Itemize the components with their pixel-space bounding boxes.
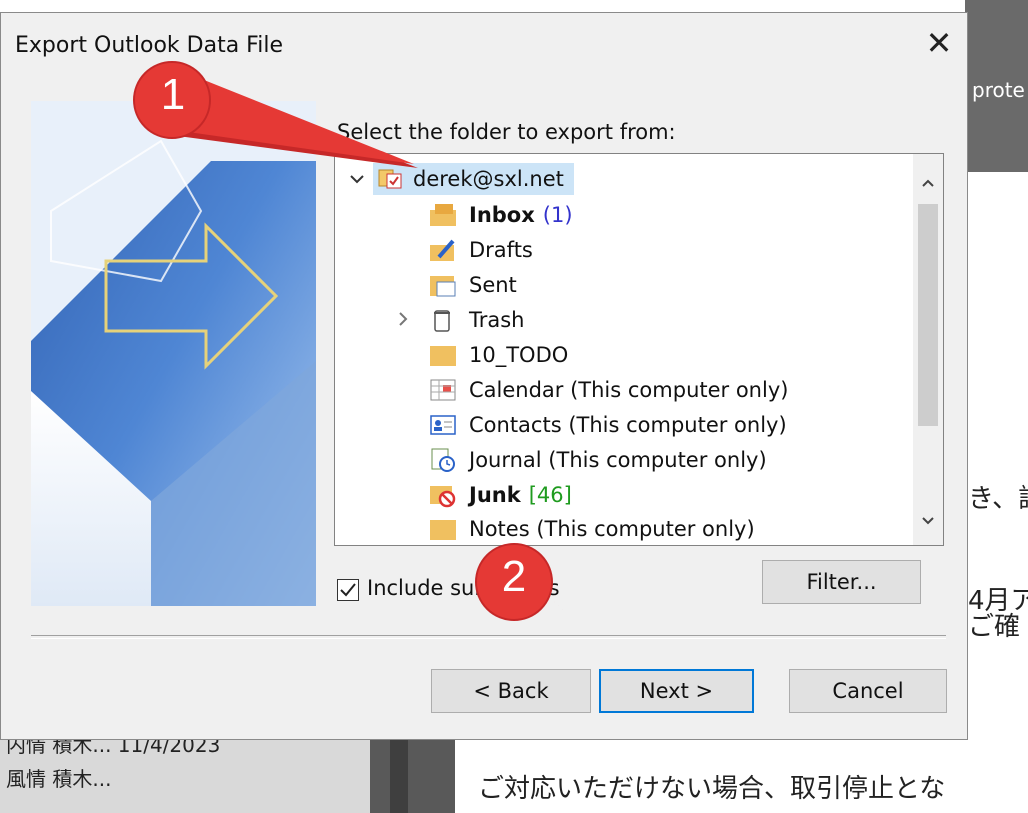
scroll-up-icon[interactable] [913, 168, 943, 198]
callout-number: 2 [501, 552, 527, 601]
callout-2: 2 [466, 538, 666, 698]
tree-item-label: Trash [469, 308, 525, 332]
tree-item-sent[interactable]: Sent [429, 268, 517, 302]
close-icon: ✕ [925, 24, 953, 62]
tree-item-label: Junk [469, 483, 521, 507]
inbox-folder-icon [429, 202, 457, 228]
contacts-icon [429, 412, 457, 438]
chevron-right-icon[interactable] [397, 308, 429, 332]
filter-button[interactable]: Filter... [762, 560, 921, 604]
background-partial-text: prote [972, 78, 1025, 102]
tree-item-trash[interactable]: Trash [397, 303, 525, 337]
notes-icon [429, 516, 457, 542]
tree-item-label: Inbox [469, 203, 535, 227]
tree-item-label: 10_TODO [469, 343, 569, 367]
sent-folder-icon [429, 272, 457, 298]
drafts-folder-icon [429, 237, 457, 263]
tree-item-label: Journal (This computer only) [469, 448, 767, 472]
tree-item-10-todo[interactable]: 10_TODO [429, 338, 568, 372]
tree-item-drafts[interactable]: Drafts [429, 233, 533, 267]
dialog-title: Export Outlook Data File [15, 33, 283, 58]
background-message-row: 風情 積木... [6, 767, 112, 791]
junk-icon [429, 482, 457, 508]
close-button[interactable]: ✕ [921, 25, 957, 61]
tree-item-inbox[interactable]: Inbox (1) [429, 198, 573, 232]
callout-number: 1 [160, 70, 186, 119]
background-divider [370, 735, 455, 813]
scrollbar-thumb[interactable] [918, 204, 938, 426]
background-text-line: ご確 [968, 612, 1021, 642]
tree-item-calendar[interactable]: Calendar (This computer only) [429, 373, 788, 407]
tree-item-junk[interactable]: Junk [46] [429, 478, 572, 512]
cancel-button[interactable]: Cancel [789, 669, 947, 713]
include-subfolders-checkbox[interactable] [337, 579, 359, 601]
journal-icon [429, 447, 457, 473]
folder-icon [429, 342, 457, 368]
tree-item-label: Contacts (This computer only) [469, 413, 787, 437]
unread-count: (1) [542, 203, 573, 227]
trash-icon [429, 307, 457, 333]
scroll-down-icon[interactable] [913, 506, 943, 536]
tree-item-contacts[interactable]: Contacts (This computer only) [429, 408, 787, 442]
item-count: [46] [528, 483, 572, 507]
tree-item-label: Drafts [469, 238, 533, 262]
tree-root-label: derek@sxl.net [413, 167, 564, 191]
background-text-line: き、詞 [968, 484, 1028, 514]
tree-item-label: Sent [469, 273, 517, 297]
background-message-list: 内情 積木... 11/4/2023 風情 積木... [0, 733, 370, 813]
background-text-line: ご対応いただけない場合、取引停止とな [478, 774, 946, 804]
folder-tree[interactable]: derek@sxl.net Inbox (1) Drafts Sent Tras… [334, 153, 944, 546]
calendar-icon [429, 377, 457, 403]
callout-1: 1 [128, 58, 428, 178]
tree-item-journal[interactable]: Journal (This computer only) [429, 443, 767, 477]
tree-item-label: Calendar (This computer only) [469, 378, 789, 402]
background-divider [390, 735, 408, 813]
